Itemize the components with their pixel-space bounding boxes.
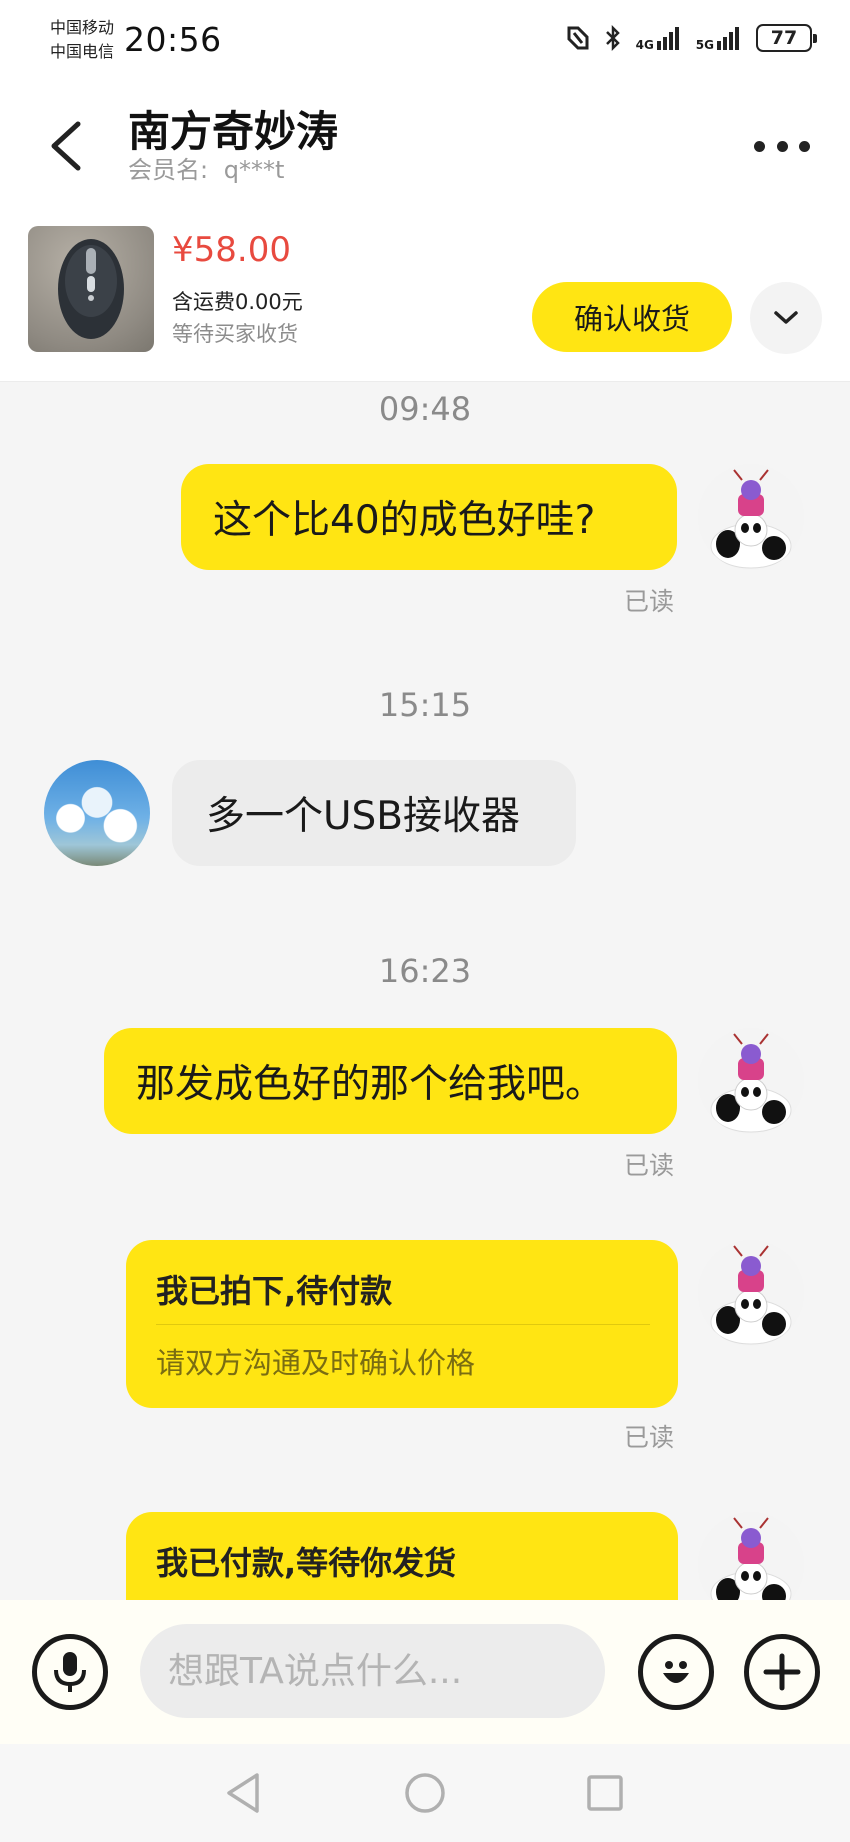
status-icons: 4G 5G 77 xyxy=(566,24,817,52)
message-bubble-sent[interactable]: 这个比40的成色好哇? xyxy=(181,464,677,570)
card-title: 我已拍下,待付款 xyxy=(156,1272,393,1310)
nav-home-icon xyxy=(405,1773,445,1813)
battery-icon: 77 xyxy=(756,24,817,52)
card-divider xyxy=(156,1324,650,1325)
message-input-bar xyxy=(0,1600,850,1744)
signal-icon: 4G xyxy=(636,25,682,51)
battery-level: 77 xyxy=(770,27,798,49)
panda-avatar-icon xyxy=(710,1517,792,1600)
nav-home-button[interactable] xyxy=(400,1768,450,1818)
nav-recents-icon xyxy=(587,1775,623,1811)
nav-recents-button[interactable] xyxy=(580,1768,630,1818)
order-status-card[interactable]: 我已付款,等待你发货 xyxy=(126,1512,678,1600)
carrier-2: 中国电信 xyxy=(50,42,115,61)
read-receipt: 已读 xyxy=(624,587,675,616)
carrier-labels: 中国移动 中国电信 xyxy=(50,16,114,64)
panda-avatar-icon xyxy=(710,469,792,569)
message-input[interactable] xyxy=(140,1624,605,1718)
message-bubble-received[interactable]: 多一个USB接收器 xyxy=(172,760,576,866)
carrier-1: 中国移动 xyxy=(50,18,115,37)
expand-order-button[interactable] xyxy=(750,282,822,354)
product-thumbnail[interactable] xyxy=(28,226,154,352)
member-info: 会员名: q***t xyxy=(128,150,284,185)
voice-input-button[interactable] xyxy=(32,1634,108,1710)
network-label-5g: 5G xyxy=(695,38,714,52)
system-nav-bar xyxy=(0,1744,850,1842)
plus-icon xyxy=(763,1653,801,1691)
more-dots-icon xyxy=(776,140,788,152)
member-label: 会员名: xyxy=(128,156,209,184)
bluetooth-icon xyxy=(604,24,622,52)
chat-messages[interactable]: 09:48 这个比40的成色好哇? 已读 15:15 多一个USB接收器 16:… xyxy=(0,382,850,1600)
nav-back-button[interactable] xyxy=(218,1768,268,1818)
nav-back-icon xyxy=(227,1773,259,1813)
avatar[interactable] xyxy=(698,1028,804,1134)
emoji-icon xyxy=(663,1661,689,1683)
chat-header: 南方奇妙涛 会员名: q***t xyxy=(0,86,850,216)
member-id: q***t xyxy=(223,156,285,184)
panda-avatar-icon xyxy=(710,1033,792,1133)
card-subtitle: 请双方沟通及时确认价格 xyxy=(156,1346,476,1380)
more-actions-button[interactable] xyxy=(744,1634,820,1710)
confirm-receipt-button[interactable]: 确认收货 xyxy=(532,282,732,352)
status-time: 20:56 xyxy=(124,20,222,59)
more-dots-icon xyxy=(799,140,810,152)
message-timestamp: 09:48 xyxy=(378,390,472,428)
order-product-card[interactable]: ¥58.00 含运费0.00元 等待买家收货 确认收货 xyxy=(0,216,850,382)
avatar[interactable] xyxy=(698,464,804,570)
message-timestamp: 16:23 xyxy=(378,952,472,990)
order-status-card[interactable]: 我已拍下,待付款 请双方沟通及时确认价格 xyxy=(126,1240,678,1408)
message-timestamp: 15:15 xyxy=(378,686,472,724)
signal-icon: 5G xyxy=(696,25,742,51)
shipping-fee: 含运费0.00元 xyxy=(172,290,303,314)
read-receipt: 已读 xyxy=(624,1423,675,1452)
nfc-icon xyxy=(566,24,590,52)
more-options-button[interactable] xyxy=(754,126,810,166)
emoji-button[interactable] xyxy=(638,1634,714,1710)
card-title: 我已付款,等待你发货 xyxy=(156,1544,457,1582)
panda-avatar-icon xyxy=(710,1245,792,1345)
avatar[interactable] xyxy=(698,1240,804,1346)
chevron-down-icon xyxy=(774,311,798,324)
mouse-image-icon xyxy=(58,239,124,339)
microphone-icon xyxy=(54,1652,86,1692)
avatar[interactable] xyxy=(698,1512,804,1600)
more-dots-icon xyxy=(754,140,765,152)
back-button[interactable] xyxy=(44,116,88,176)
read-receipt: 已读 xyxy=(624,1151,675,1180)
back-arrow-icon xyxy=(51,121,81,171)
avatar[interactable] xyxy=(44,760,150,866)
message-bubble-sent[interactable]: 那发成色好的那个给我吧。 xyxy=(104,1028,677,1134)
product-price: ¥58.00 xyxy=(172,230,291,270)
order-status: 等待买家收货 xyxy=(172,322,298,346)
network-label-4g: 4G xyxy=(635,38,654,52)
status-bar: 中国移动 中国电信 20:56 4G 5G 77 xyxy=(0,0,850,86)
